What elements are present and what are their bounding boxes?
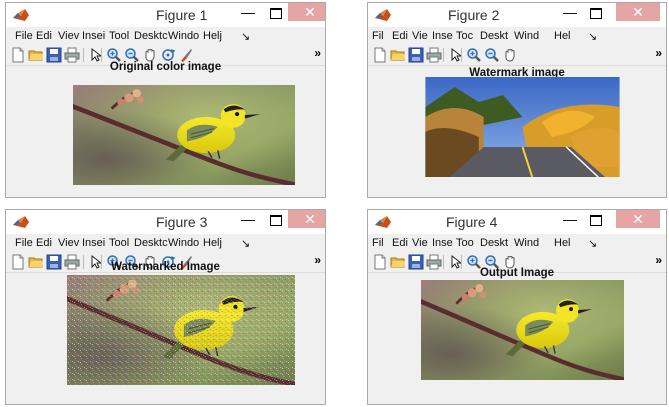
menu-item[interactable]: Windo (168, 30, 199, 42)
zoom-out-icon[interactable] (484, 47, 500, 63)
print-icon[interactable] (426, 47, 442, 63)
menu-item[interactable]: Desktc (134, 237, 168, 249)
toolbar-separator (83, 48, 84, 62)
bird-on-branch-image (73, 85, 295, 185)
menu-item[interactable]: Tool (109, 237, 129, 249)
menu-item[interactable]: Edi (392, 237, 408, 249)
toolbar-separator (461, 48, 462, 62)
menu-item[interactable]: Hel (554, 237, 571, 249)
menu-item[interactable]: Fil (372, 237, 384, 249)
new-file-icon[interactable] (372, 47, 388, 63)
window-title: Figure 3 (156, 214, 208, 230)
matlab-logo-icon (12, 7, 30, 23)
menu-item[interactable]: Helj (203, 237, 222, 249)
menu-item[interactable]: Wind (514, 30, 539, 42)
minimize-button[interactable]: — (558, 210, 582, 230)
menu-item[interactable]: File (15, 30, 33, 42)
toolbar-overflow-icon[interactable]: » (655, 46, 662, 60)
menu-item[interactable]: Desktc (134, 30, 168, 42)
axes-title: Watermarked Image (111, 261, 220, 273)
matlab-logo-icon (374, 214, 392, 230)
toolbar-separator (443, 48, 444, 62)
figure-window-2: Figure 2 — ✕ Fil Edi Vie Inse Toc Deskt Wind Hel ↘ »… (367, 2, 667, 198)
menu-bar: Fil Edi Vie Inse Too Deskt Wind Hel ↘ (368, 234, 666, 252)
axes-title: Output Image (479, 267, 555, 279)
menu-item[interactable]: Inse (432, 237, 453, 249)
maximize-icon (590, 7, 602, 19)
window-title: Figure 1 (156, 7, 208, 23)
menu-item[interactable]: File (15, 237, 33, 249)
menu-item[interactable]: Wind (514, 237, 539, 249)
window-title: Figure 4 (446, 214, 498, 230)
matlab-logo-icon (374, 7, 392, 23)
menu-item[interactable]: Vie (412, 237, 428, 249)
menu-item[interactable]: Viev (58, 237, 79, 249)
open-folder-icon[interactable] (390, 47, 406, 63)
title-bar[interactable]: Figure 2 — ✕ (368, 3, 666, 27)
menu-bar: File Edi Viev Insei Tool Desktc Windo Helj ↘ (6, 27, 325, 45)
figure-window-1: Figure 1 — ✕ File Edi Viev Insei Tool Desktc Wind… (5, 2, 326, 198)
maximize-icon (270, 214, 282, 226)
menu-item[interactable]: Tool (109, 30, 129, 42)
menu-item[interactable]: Insei (82, 30, 105, 42)
toolbar: » (368, 45, 666, 66)
pan-hand-icon[interactable] (502, 47, 518, 63)
maximize-button[interactable] (264, 210, 288, 230)
menu-item[interactable]: Edi (392, 30, 408, 42)
maximize-button[interactable] (584, 3, 608, 23)
menu-item[interactable]: Too (456, 237, 474, 249)
maximize-button[interactable] (264, 3, 288, 23)
toolbar-overflow-icon[interactable]: » (314, 46, 321, 60)
menu-bar: File Edi Viev Insei Tool Desktc Windo Helj ↘ (6, 234, 325, 252)
title-bar[interactable]: Figure 1 — ✕ (6, 3, 325, 27)
title-bar[interactable]: Figure 3 — ✕ (6, 210, 325, 234)
autumn-road-image (421, 77, 624, 177)
menu-item[interactable]: Edi (36, 237, 52, 249)
menu-item[interactable]: Fil (372, 30, 384, 42)
maximize-icon (270, 7, 282, 19)
menu-overflow-arrow[interactable]: ↘ (588, 237, 597, 250)
figure-window-3: Figure 3 — ✕ File Edi Viev Insei Tool Desktc Wind… (5, 209, 326, 405)
toolbar-separator (101, 48, 102, 62)
menu-overflow-arrow[interactable]: ↘ (241, 237, 250, 250)
close-button[interactable]: ✕ (288, 210, 325, 228)
toolbar-overflow-icon[interactable]: » (655, 253, 662, 267)
menu-item[interactable]: Helj (203, 30, 222, 42)
bird-on-branch-image (421, 280, 624, 380)
zoom-in-icon[interactable] (466, 47, 482, 63)
figure-window-4: Figure 4 — ✕ Fil Edi Vie Inse Too Deskt Wind Hel ↘ »… (367, 209, 667, 405)
close-button[interactable]: ✕ (616, 3, 660, 21)
save-icon[interactable] (408, 47, 424, 63)
close-button[interactable]: ✕ (288, 3, 325, 21)
maximize-icon (590, 214, 602, 226)
close-button[interactable]: ✕ (616, 210, 660, 228)
minimize-button[interactable]: — (236, 3, 260, 23)
menu-item[interactable]: Deskt (480, 30, 508, 42)
menu-item[interactable]: Inse (432, 30, 453, 42)
maximize-button[interactable] (584, 210, 608, 230)
menu-item[interactable]: Viev (58, 30, 79, 42)
menu-item[interactable]: Vie (412, 30, 428, 42)
title-bar[interactable]: Figure 4 — ✕ (368, 210, 666, 234)
window-title: Figure 2 (448, 7, 500, 23)
menu-item[interactable]: Windo (168, 237, 199, 249)
noisy-bird-on-branch-image (67, 275, 295, 385)
menu-item[interactable]: Deskt (480, 237, 508, 249)
menu-overflow-arrow[interactable]: ↘ (241, 30, 250, 43)
axes-title: Original color image (109, 61, 222, 73)
menu-item[interactable]: Toc (456, 30, 473, 42)
matlab-logo-icon (12, 214, 30, 230)
minimize-button[interactable]: — (558, 3, 582, 23)
minimize-button[interactable]: — (236, 210, 260, 230)
menu-item[interactable]: Edi (36, 30, 52, 42)
menu-item[interactable]: Insei (82, 237, 105, 249)
menu-bar: Fil Edi Vie Inse Toc Deskt Wind Hel ↘ (368, 27, 666, 45)
menu-item[interactable]: Hel (554, 30, 571, 42)
menu-overflow-arrow[interactable]: ↘ (588, 30, 597, 43)
